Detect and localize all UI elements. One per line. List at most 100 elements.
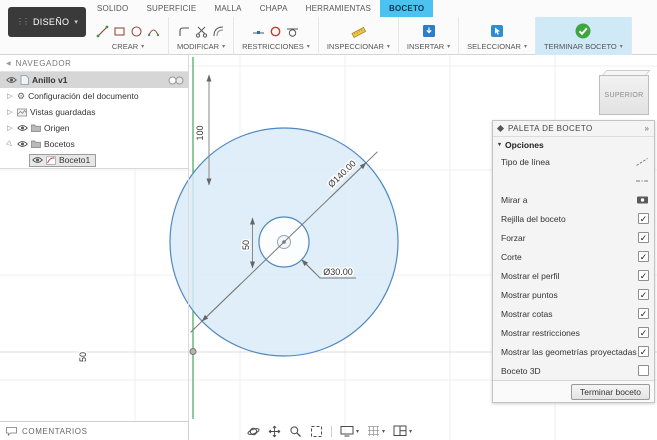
show-projected-checkbox[interactable]: ✓ <box>638 346 649 357</box>
undock-icon[interactable]: » <box>645 124 649 133</box>
group-label-inspeccionar: INSPECCIONAR <box>326 42 384 51</box>
toolbar-group-inspeccionar[interactable]: INSPECCIONAR ▾ <box>319 17 399 55</box>
fillet-icon[interactable] <box>178 25 191 38</box>
fusion-sketch-window: Ø140.00 Ø30.00 100 50 50 ⋮⋮ DISEÑO ▾ SOL… <box>0 0 657 440</box>
bottom-50-label[interactable]: 50 <box>77 350 90 363</box>
tree-item-document-settings[interactable]: ▷ ⚙ Configuración del documento <box>0 88 188 104</box>
tangent-constraint-icon[interactable] <box>286 25 299 38</box>
expand-caret-icon[interactable]: ▷ <box>6 92 14 100</box>
inner-diameter-label[interactable]: Ø30.00 <box>322 266 355 279</box>
arc-icon[interactable] <box>147 25 160 38</box>
toolbar-group-restricciones[interactable]: RESTRICCIONES ▾ <box>234 17 319 55</box>
finish-sketch-button[interactable]: TERMINAR BOCETO ▾ <box>535 17 632 55</box>
ribbon-toolbar: CREAR ▾ MODIFICAR ▾ RESTRICCIONES ▾ INSP… <box>88 17 632 55</box>
palette-section-options[interactable]: ▾ Opciones <box>493 137 654 152</box>
tab-herramientas[interactable]: HERRAMIENTAS <box>297 0 380 17</box>
grid-settings-button[interactable]: ▾ <box>367 425 385 437</box>
slice-checkbox[interactable]: ✓ <box>638 251 649 262</box>
origin-point[interactable] <box>189 348 197 355</box>
expand-caret-icon[interactable]: ▷ <box>6 124 14 132</box>
palette-row-3d-sketch: Boceto 3D <box>493 361 654 380</box>
tree-item-document-root[interactable]: Anillo v1 <box>0 72 188 88</box>
tree-item-sketch1[interactable]: Boceto1 <box>0 152 188 168</box>
tree-item-sketches[interactable]: ▷ Bocetos <box>0 136 188 152</box>
eye-icon[interactable] <box>6 76 17 84</box>
palette-row-show-profile: Mostrar el perfil ✓ <box>493 266 654 285</box>
viewports-button[interactable]: ▾ <box>393 425 412 437</box>
workspace-switcher-button[interactable]: ⋮⋮ DISEÑO ▾ <box>8 7 86 37</box>
sketch-palette: PALETA DE BOCETO » ▾ Opciones Tipo de lí… <box>492 120 655 403</box>
saved-views-icon <box>17 108 27 116</box>
tab-malla[interactable]: MALLA <box>205 0 250 17</box>
palette-header[interactable]: PALETA DE BOCETO » <box>493 121 654 137</box>
rectangle-icon[interactable] <box>113 25 126 38</box>
midpoint-constraint-icon[interactable] <box>252 25 265 38</box>
fit-icon <box>311 425 322 437</box>
group-label-seleccionar: SELECCIONAR <box>467 42 521 51</box>
sketch-grid-checkbox[interactable]: ✓ <box>638 213 649 224</box>
measure-icon[interactable] <box>351 25 366 38</box>
row-label: Corte <box>501 251 522 262</box>
tree-item-saved-views[interactable]: ▷ Vistas guardadas <box>0 104 188 120</box>
fit-button[interactable] <box>310 425 323 438</box>
vertical-50-label[interactable]: 50 <box>240 238 253 251</box>
eye-icon[interactable] <box>17 140 28 148</box>
sketch-3d-checkbox[interactable] <box>638 365 649 376</box>
document-name: Anillo v1 <box>32 75 68 85</box>
browser-header[interactable]: ◀ NAVEGADOR <box>0 55 188 72</box>
tree-item-origin[interactable]: ▷ Origen <box>0 120 188 136</box>
comments-bar[interactable]: COMENTARIOS <box>0 421 189 440</box>
toolbar-separator <box>331 425 332 437</box>
trim-scissors-icon[interactable] <box>195 25 208 38</box>
show-dimensions-checkbox[interactable]: ✓ <box>638 308 649 319</box>
finish-sketch-footer-button[interactable]: Terminar boceto <box>571 383 650 400</box>
tab-boceto[interactable]: BOCETO <box>380 0 434 17</box>
center-line-icon[interactable] <box>635 176 649 186</box>
palette-row-slice: Corte ✓ <box>493 247 654 266</box>
tab-solido[interactable]: SOLIDO <box>88 0 137 17</box>
chevron-down-icon: ▾ <box>141 44 145 50</box>
construction-line-icon[interactable] <box>635 157 649 167</box>
expand-caret-icon[interactable]: ▷ <box>4 138 15 149</box>
viewcube-face-top[interactable]: SUPERIOR <box>599 75 649 115</box>
expand-caret-icon[interactable]: ▷ <box>6 108 14 116</box>
chevron-down-icon: ▾ <box>356 428 360 435</box>
palette-title: PALETA DE BOCETO <box>508 124 593 133</box>
select-cursor-icon[interactable] <box>490 24 504 38</box>
row-label: Boceto 3D <box>501 365 541 376</box>
zoom-button[interactable] <box>289 425 302 438</box>
vertical-100-label[interactable]: 100 <box>194 124 207 142</box>
toolbar-group-modificar[interactable]: MODIFICAR ▾ <box>169 17 235 55</box>
active-sketch-box[interactable]: Boceto1 <box>29 153 97 167</box>
eye-icon[interactable] <box>17 124 28 132</box>
chevron-down-icon: ▾ <box>382 428 386 435</box>
line-icon[interactable] <box>96 25 109 38</box>
viewcube[interactable]: SUPERIOR <box>597 70 652 117</box>
row-label: Mostrar restricciones <box>501 327 580 338</box>
circle-icon[interactable] <box>130 25 143 38</box>
toolbar-group-crear[interactable]: CREAR ▾ <box>88 17 169 55</box>
chevron-down-icon: ▾ <box>447 44 451 50</box>
tab-superficie[interactable]: SUPERFICIE <box>137 0 205 17</box>
tab-chapa[interactable]: CHAPA <box>251 0 297 17</box>
eye-icon[interactable] <box>32 156 43 164</box>
toolbar-group-insertar[interactable]: INSERTAR ▾ <box>399 17 460 55</box>
offset-icon[interactable] <box>212 25 225 38</box>
coincident-constraint-icon[interactable] <box>269 25 282 38</box>
toolbar-group-seleccionar[interactable]: SELECCIONAR ▾ <box>459 17 536 55</box>
palette-row-show-dimensions: Mostrar cotas ✓ <box>493 304 654 323</box>
orbit-button[interactable] <box>247 425 260 438</box>
look-at-icon[interactable] <box>636 195 649 205</box>
palette-grip-icon[interactable] <box>496 124 505 133</box>
show-points-checkbox[interactable]: ✓ <box>638 289 649 300</box>
collapse-panel-icon[interactable]: ◀ <box>6 60 11 67</box>
display-settings-icon <box>340 426 354 437</box>
snap-checkbox[interactable]: ✓ <box>638 232 649 243</box>
display-settings-button[interactable]: ▾ <box>340 425 359 437</box>
palette-row-show-constraints: Mostrar restricciones ✓ <box>493 323 654 342</box>
pan-button[interactable] <box>268 425 281 438</box>
show-profile-checkbox[interactable]: ✓ <box>638 270 649 281</box>
insert-icon[interactable] <box>422 24 436 38</box>
collaboration-status-icon[interactable] <box>168 76 184 85</box>
show-constraints-checkbox[interactable]: ✓ <box>638 327 649 338</box>
